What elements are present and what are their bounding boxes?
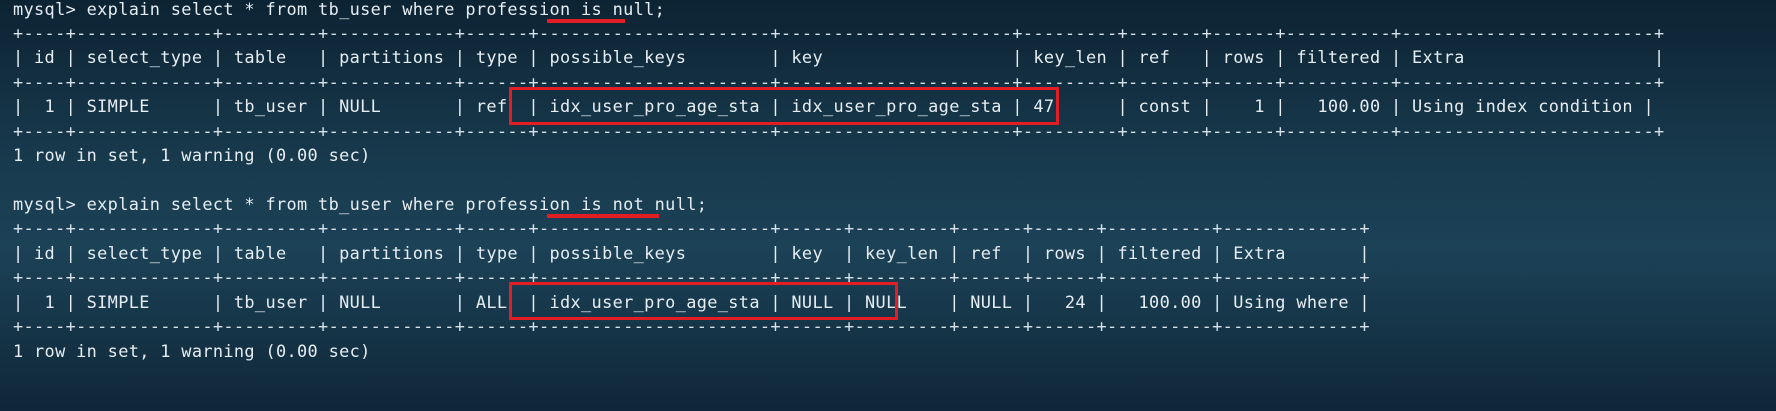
command-line: mysql> explain select * from tb_user whe…	[13, 194, 708, 214]
table-separator: +----+-------------+---------+----------…	[13, 316, 1370, 336]
table-header-row: | id | select_type | table | partitions …	[13, 243, 1370, 263]
terminal-window[interactable]: mysql> explain select * from tb_user whe…	[0, 0, 1776, 411]
table-header-row: | id | select_type | table | partitions …	[13, 47, 1665, 67]
table-separator: +----+-------------+---------+----------…	[13, 121, 1665, 141]
result-footer: 1 row in set, 1 warning (0.00 sec)	[13, 145, 371, 165]
command-line: mysql> explain select * from tb_user whe…	[13, 0, 666, 19]
table-separator: +----+-------------+---------+----------…	[13, 23, 1665, 43]
highlight-box	[509, 87, 1059, 125]
table-separator: +----+-------------+---------+----------…	[13, 218, 1370, 238]
highlight-box	[509, 282, 898, 320]
result-footer: 1 row in set, 1 warning (0.00 sec)	[13, 341, 371, 361]
